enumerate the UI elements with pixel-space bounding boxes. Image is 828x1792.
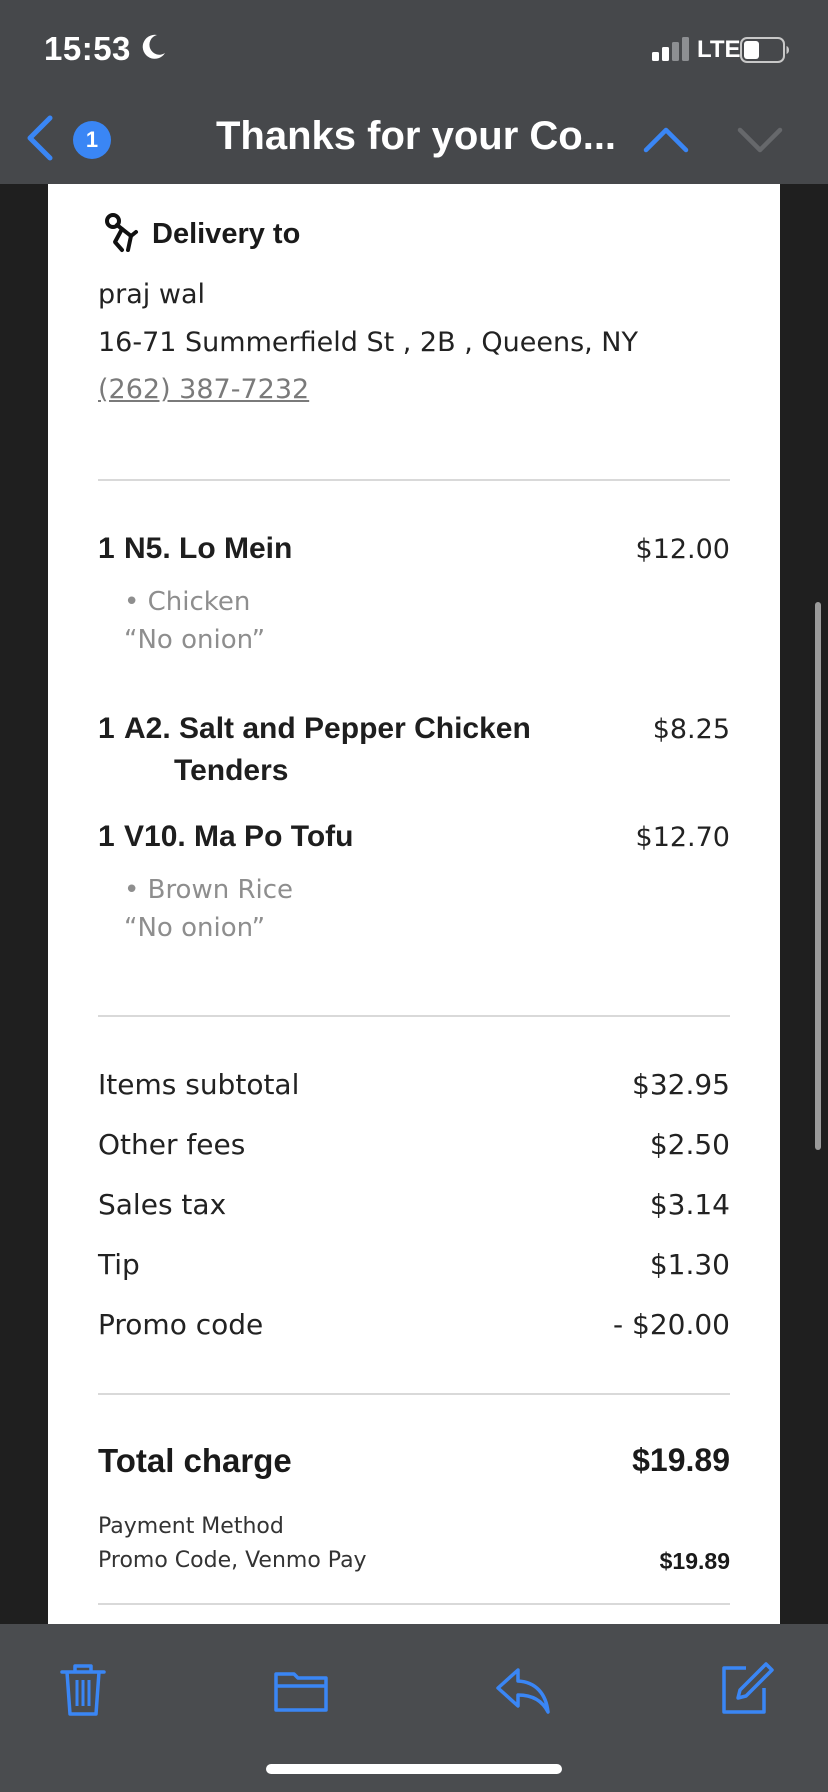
fee-value-tax: $3.14: [649, 1188, 730, 1221]
fee-value-tip: $1.30: [649, 1248, 730, 1281]
total-charge-label: Total charge: [98, 1442, 292, 1479]
fee-label-tip: Tip: [98, 1248, 140, 1281]
fee-label-promo: Promo code: [98, 1308, 264, 1341]
order-item-note: “No onion”: [124, 913, 266, 943]
payment-value: $19.89: [659, 1548, 730, 1574]
email-subject-title: Thanks for your Co...: [216, 114, 617, 158]
network-type: LTE: [697, 36, 741, 63]
delivery-heading: Delivery to: [152, 218, 301, 250]
order-item-price: $8.25: [652, 714, 730, 745]
recipient-name: praj wal: [98, 279, 205, 310]
divider: [98, 479, 730, 481]
trash-icon[interactable]: [54, 1660, 112, 1718]
fee-value-promo: - $20.00: [613, 1308, 730, 1341]
divider: [98, 1393, 730, 1395]
email-body: Delivery to praj wal 16-71 Summerfield S…: [48, 184, 780, 1624]
home-indicator[interactable]: [266, 1764, 562, 1774]
fee-value-subtotal: $32.95: [632, 1068, 730, 1101]
total-charge-value: $19.89: [632, 1442, 730, 1478]
delivery-address: 16-71 Summerfield St , 2B , Queens, NY: [98, 327, 638, 358]
order-item-name: 1 A2. Salt and Pepper Chicken Tenders: [98, 712, 531, 787]
payment-method-label: Payment Method: [98, 1514, 284, 1539]
order-item-name: 1 V10. Ma Po Tofu: [98, 820, 354, 853]
fee-label-other: Other fees: [98, 1128, 246, 1161]
fee-label-subtotal: Items subtotal: [98, 1068, 300, 1101]
status-time: 15:53: [44, 30, 131, 67]
next-message-chevron-icon[interactable]: [736, 122, 784, 158]
fee-label-tax: Sales tax: [98, 1188, 227, 1221]
reply-icon[interactable]: [494, 1660, 552, 1718]
top-chrome: 15:53 LTE 1 Thanks for your Co...: [0, 0, 828, 184]
delivery-scooter-icon: [105, 213, 138, 252]
previous-message-chevron-icon[interactable]: [642, 122, 690, 158]
fee-value-other: $2.50: [649, 1128, 730, 1161]
moon-icon: [142, 34, 165, 59]
order-item-price: $12.00: [635, 534, 730, 565]
order-item-price: $12.70: [635, 822, 730, 853]
compose-icon[interactable]: [716, 1660, 774, 1718]
folder-icon[interactable]: [272, 1660, 330, 1718]
order-item-modifier: • Brown Rice: [124, 875, 294, 905]
scrollbar[interactable]: [815, 602, 821, 1150]
order-item-name: 1 N5. Lo Mein: [98, 532, 293, 565]
payment-methods: Promo Code, Venmo Pay: [98, 1548, 367, 1573]
divider: [98, 1603, 730, 1605]
divider: [98, 1015, 730, 1017]
phone-link[interactable]: (262) 387-7232: [98, 374, 309, 405]
order-item-note: “No onion”: [124, 625, 266, 655]
back-chevron-icon[interactable]: [22, 112, 58, 164]
order-item-modifier: • Chicken: [124, 587, 251, 617]
battery-icon: [740, 37, 789, 63]
unread-badge[interactable]: 1: [73, 121, 111, 159]
signal-icon: [652, 37, 689, 61]
